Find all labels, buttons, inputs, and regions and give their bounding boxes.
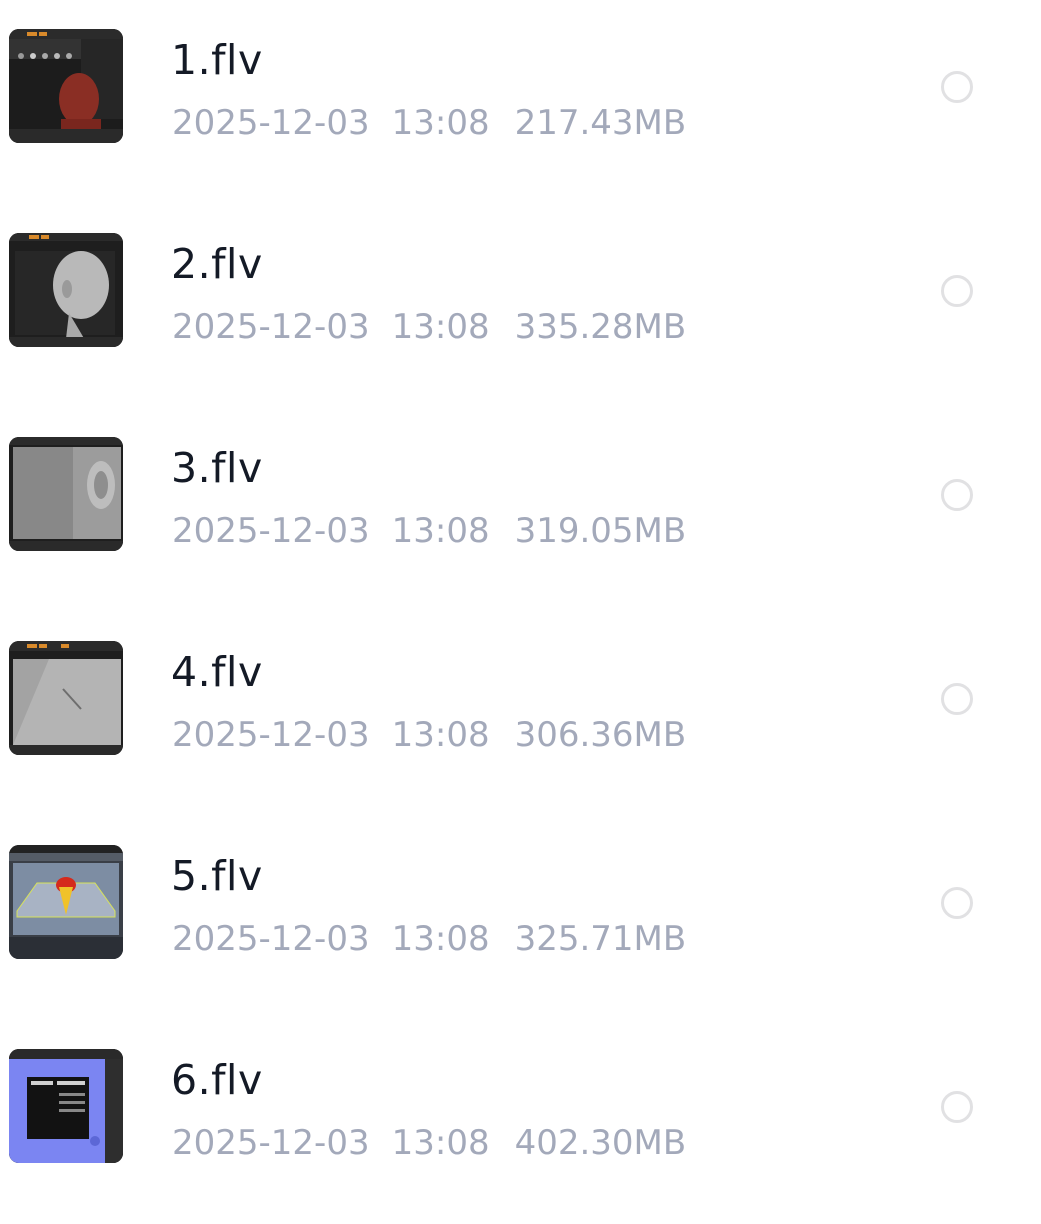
select-radio[interactable] xyxy=(941,479,973,511)
list-item[interactable]: 6.flv 2025-12-03 13:08 402.30MB xyxy=(0,1020,1041,1224)
file-date: 2025-12-03 xyxy=(172,715,370,755)
file-meta: 2025-12-03 13:08 335.28MB xyxy=(172,305,686,349)
list-item[interactable]: 1.flv 2025-12-03 13:08 217.43MB xyxy=(0,0,1041,204)
video-thumbnail xyxy=(9,29,123,143)
file-date: 2025-12-03 xyxy=(172,919,370,959)
file-size: 325.71MB xyxy=(514,919,687,959)
file-size: 402.30MB xyxy=(514,1123,687,1163)
list-item[interactable]: 4.flv 2025-12-03 13:08 306.36MB xyxy=(0,612,1041,816)
file-time: 13:08 xyxy=(391,715,490,755)
video-thumbnail xyxy=(9,437,123,551)
file-size: 335.28MB xyxy=(514,307,687,347)
select-radio[interactable] xyxy=(941,71,973,103)
file-date: 2025-12-03 xyxy=(172,1123,370,1163)
video-thumbnail xyxy=(9,845,123,959)
video-thumbnail xyxy=(9,233,123,347)
file-time: 13:08 xyxy=(391,307,490,347)
file-name: 2.flv xyxy=(171,240,263,288)
file-size: 306.36MB xyxy=(514,715,687,755)
list-item[interactable]: 3.flv 2025-12-03 13:08 319.05MB xyxy=(0,408,1041,612)
select-radio[interactable] xyxy=(941,1091,973,1123)
file-date: 2025-12-03 xyxy=(172,307,370,347)
file-size: 217.43MB xyxy=(514,103,687,143)
file-time: 13:08 xyxy=(391,103,490,143)
file-meta: 2025-12-03 13:08 402.30MB xyxy=(172,1121,686,1165)
select-radio[interactable] xyxy=(941,683,973,715)
select-radio[interactable] xyxy=(941,887,973,919)
file-name: 6.flv xyxy=(171,1056,263,1104)
file-size: 319.05MB xyxy=(514,511,687,551)
select-radio[interactable] xyxy=(941,275,973,307)
file-meta: 2025-12-03 13:08 217.43MB xyxy=(172,101,686,145)
file-name: 4.flv xyxy=(171,648,263,696)
file-meta: 2025-12-03 13:08 325.71MB xyxy=(172,917,686,961)
file-meta: 2025-12-03 13:08 306.36MB xyxy=(172,713,686,757)
file-time: 13:08 xyxy=(391,511,490,551)
list-item[interactable]: 2.flv 2025-12-03 13:08 335.28MB xyxy=(0,204,1041,408)
file-name: 3.flv xyxy=(171,444,263,492)
video-thumbnail xyxy=(9,1049,123,1163)
file-meta: 2025-12-03 13:08 319.05MB xyxy=(172,509,686,553)
list-item[interactable]: 5.flv 2025-12-03 13:08 325.71MB xyxy=(0,816,1041,1020)
file-name: 5.flv xyxy=(171,852,263,900)
video-thumbnail xyxy=(9,641,123,755)
file-name: 1.flv xyxy=(171,36,263,84)
file-date: 2025-12-03 xyxy=(172,103,370,143)
file-date: 2025-12-03 xyxy=(172,511,370,551)
file-time: 13:08 xyxy=(391,1123,490,1163)
file-list: 1.flv 2025-12-03 13:08 217.43MB 2.flv 2025… xyxy=(0,0,1041,1208)
file-time: 13:08 xyxy=(391,919,490,959)
